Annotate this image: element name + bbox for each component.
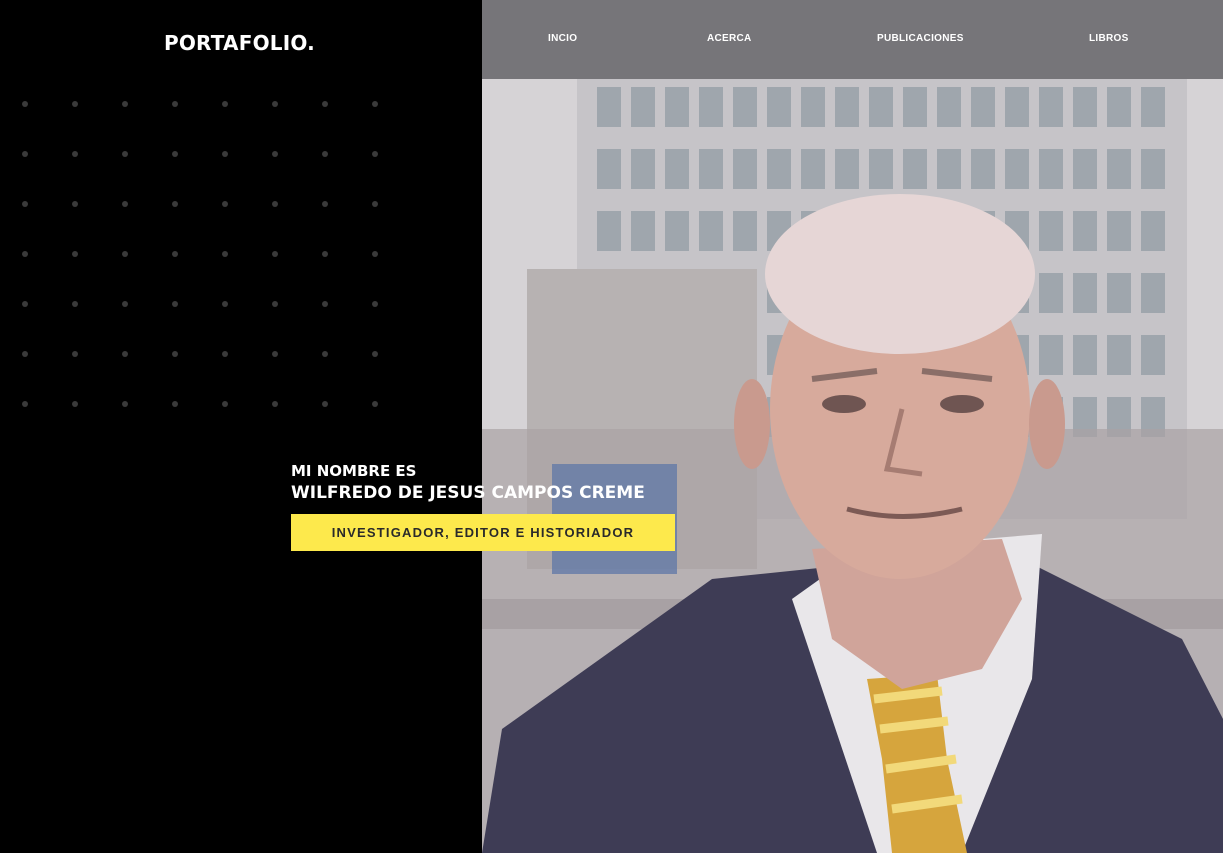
dot-icon <box>72 151 78 157</box>
dot-icon <box>272 401 278 407</box>
nav-item-publicaciones[interactable]: PUBLICACIONES <box>877 33 964 44</box>
dot-icon <box>122 151 128 157</box>
hero-name: WILFREDO DE JESUS CAMPOS CREME <box>291 483 645 503</box>
hero-kicker: MI NOMBRE ES <box>291 462 417 480</box>
dot-icon <box>322 351 328 357</box>
dot-icon <box>372 401 378 407</box>
dot-icon <box>222 251 228 257</box>
dot-icon <box>22 101 28 107</box>
dot-icon <box>272 351 278 357</box>
dot-icon <box>22 301 28 307</box>
dot-icon <box>72 101 78 107</box>
dot-icon <box>22 351 28 357</box>
dot-icon <box>272 301 278 307</box>
dot-icon <box>222 151 228 157</box>
portrait-photo <box>482 79 1223 853</box>
role-badge: INVESTIGADOR, EDITOR E HISTORIADOR <box>291 514 675 551</box>
dot-icon <box>272 251 278 257</box>
dot-icon <box>322 251 328 257</box>
dot-icon <box>322 301 328 307</box>
dot-icon <box>122 251 128 257</box>
dot-icon <box>172 401 178 407</box>
dot-icon <box>122 401 128 407</box>
dot-icon <box>372 201 378 207</box>
dot-icon <box>222 401 228 407</box>
dot-icon <box>222 101 228 107</box>
dot-icon <box>322 151 328 157</box>
dot-icon <box>372 101 378 107</box>
dot-icon <box>222 351 228 357</box>
dot-icon <box>322 401 328 407</box>
dot-icon <box>372 351 378 357</box>
dot-icon <box>22 151 28 157</box>
dot-icon <box>272 151 278 157</box>
dot-icon <box>72 351 78 357</box>
dot-icon <box>222 201 228 207</box>
dot-icon <box>172 301 178 307</box>
nav-item-inicio[interactable]: INCIO <box>548 33 577 44</box>
dot-icon <box>72 251 78 257</box>
left-panel: PORTAFOLIO. <box>0 0 482 853</box>
dot-icon <box>22 401 28 407</box>
dot-icon <box>272 101 278 107</box>
nav-item-libros[interactable]: LIBROS <box>1089 33 1129 44</box>
dot-icon <box>72 201 78 207</box>
dot-icon <box>122 301 128 307</box>
dot-icon <box>222 301 228 307</box>
dot-icon <box>322 201 328 207</box>
dot-icon <box>372 151 378 157</box>
dot-icon <box>72 401 78 407</box>
dot-icon <box>172 101 178 107</box>
dot-icon <box>272 201 278 207</box>
dot-icon <box>172 251 178 257</box>
dot-icon <box>322 101 328 107</box>
dot-icon <box>172 201 178 207</box>
top-navigation: INCIO ACERCA PUBLICACIONES LIBROS <box>482 0 1223 79</box>
dot-icon <box>22 251 28 257</box>
dot-icon <box>372 251 378 257</box>
dot-icon <box>122 201 128 207</box>
nav-item-acerca[interactable]: ACERCA <box>707 33 752 44</box>
dot-grid-decoration <box>0 0 482 430</box>
dot-icon <box>172 151 178 157</box>
dot-icon <box>372 301 378 307</box>
portrait-illustration <box>482 79 1223 853</box>
dot-icon <box>122 351 128 357</box>
dot-icon <box>122 101 128 107</box>
dot-icon <box>22 201 28 207</box>
dot-icon <box>72 301 78 307</box>
dot-icon <box>172 351 178 357</box>
